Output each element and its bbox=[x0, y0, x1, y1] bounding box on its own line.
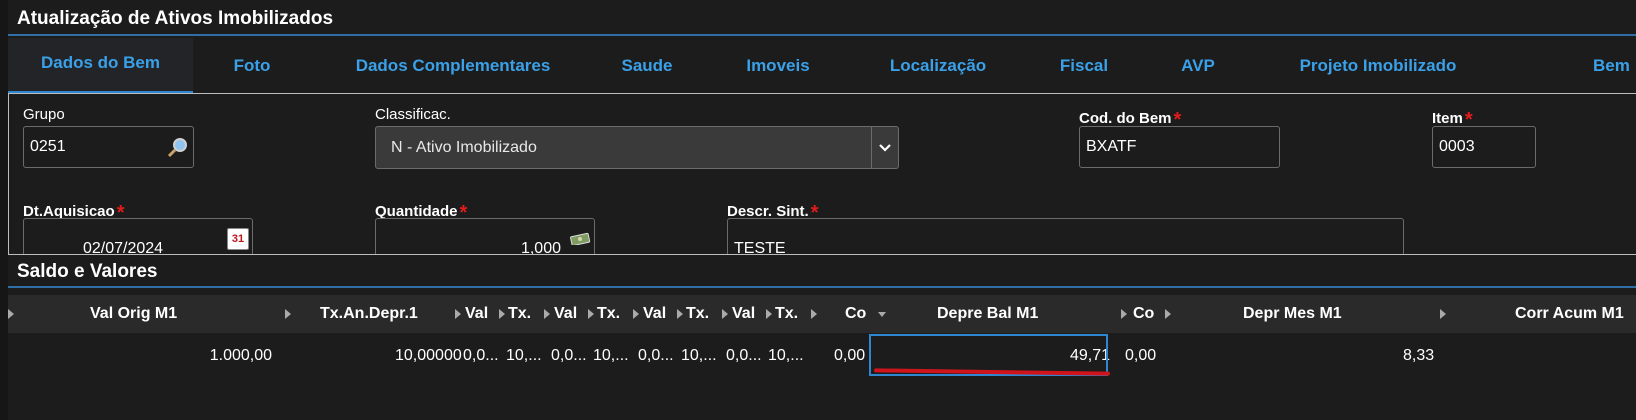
sort-down-icon[interactable] bbox=[878, 312, 886, 317]
sort-arrow-icon[interactable] bbox=[499, 309, 505, 319]
classificac-select[interactable]: N - Ativo Imobilizado bbox=[375, 126, 899, 169]
quantidade-value: 1,000 bbox=[520, 240, 561, 255]
item-value: 0003 bbox=[1439, 138, 1475, 155]
cell-co[interactable]: 0,00 bbox=[1125, 333, 1156, 379]
cell-tx[interactable]: 10,... bbox=[506, 333, 542, 379]
dt-aquisicao-field[interactable]: 02/07/2024 bbox=[23, 218, 253, 255]
tab-foto[interactable]: Foto bbox=[206, 38, 298, 93]
tab-fiscal[interactable]: Fiscal bbox=[1048, 38, 1120, 93]
sort-arrow-icon[interactable] bbox=[633, 309, 639, 319]
calendar-icon[interactable]: 31 bbox=[227, 228, 249, 250]
col-val[interactable]: Val bbox=[554, 295, 577, 333]
col-corr-acum-m1[interactable]: Corr Acum M1 bbox=[1515, 295, 1624, 333]
classificac-value: N - Ativo Imobilizado bbox=[391, 138, 537, 156]
col-tx[interactable]: Tx. bbox=[775, 295, 798, 333]
cell-tx[interactable]: 10,... bbox=[681, 333, 717, 379]
descr-sint-value: TESTE bbox=[734, 240, 786, 255]
sort-arrow-icon[interactable] bbox=[811, 309, 817, 319]
sort-arrow-icon[interactable] bbox=[285, 309, 291, 319]
dt-aquisicao-value: 02/07/2024 bbox=[82, 240, 164, 255]
sort-arrow-icon[interactable] bbox=[588, 309, 594, 319]
col-val[interactable]: Val bbox=[643, 295, 666, 333]
cell-val-orig-m1[interactable]: 1.000,00 bbox=[210, 333, 272, 379]
money-icon[interactable] bbox=[570, 230, 592, 246]
cell-val[interactable]: 0,0... bbox=[638, 333, 674, 379]
balances-divider bbox=[8, 286, 1636, 288]
col-tx[interactable]: Tx. bbox=[508, 295, 531, 333]
grid-header: Val Orig M1 Tx.An.Depr.1 Val Tx. Val Tx.… bbox=[8, 295, 1636, 333]
cell-val[interactable]: 0,0... bbox=[726, 333, 762, 379]
balances-title: Saldo e Valores bbox=[17, 261, 158, 282]
tab-bar: Dados do Bem Foto Dados Complementares S… bbox=[8, 38, 1636, 93]
tab-dados-complementares[interactable]: Dados Complementares bbox=[333, 38, 573, 93]
asset-form: Grupo 0251 Classificac. N - Ativo Imobil… bbox=[8, 93, 1636, 255]
title-divider bbox=[8, 34, 1636, 36]
classificac-label: Classificac. bbox=[375, 106, 451, 123]
col-val-orig-m1[interactable]: Val Orig M1 bbox=[90, 295, 177, 333]
col-depr-mes-m1[interactable]: Depr Mes M1 bbox=[1243, 295, 1342, 333]
sort-arrow-icon[interactable] bbox=[1121, 309, 1127, 319]
col-tx[interactable]: Tx. bbox=[597, 295, 620, 333]
tab-dados-do-bem[interactable]: Dados do Bem bbox=[8, 38, 193, 93]
col-tx[interactable]: Tx. bbox=[686, 295, 709, 333]
chevron-down-icon[interactable] bbox=[871, 127, 898, 168]
cod-bem-value: BXATF bbox=[1086, 138, 1137, 155]
sort-arrow-icon[interactable] bbox=[722, 309, 728, 319]
cell-tx[interactable]: 10,... bbox=[768, 333, 804, 379]
col-co[interactable]: Co bbox=[845, 295, 866, 333]
window-left-edge bbox=[0, 0, 8, 420]
tab-bem[interactable]: Bem bbox=[1593, 38, 1636, 93]
sort-arrow-icon[interactable] bbox=[8, 309, 14, 319]
col-co[interactable]: Co bbox=[1133, 295, 1154, 333]
col-depre-bal-m1[interactable]: Depre Bal M1 bbox=[937, 295, 1038, 333]
cell-co[interactable]: 0,00 bbox=[834, 333, 865, 379]
tab-avp[interactable]: AVP bbox=[1168, 38, 1228, 93]
tab-saude[interactable]: Saude bbox=[608, 38, 686, 93]
cell-val[interactable]: 0,0... bbox=[551, 333, 587, 379]
col-val[interactable]: Val bbox=[465, 295, 488, 333]
search-icon[interactable] bbox=[166, 135, 190, 159]
sort-arrow-icon[interactable] bbox=[1440, 309, 1446, 319]
sort-arrow-icon[interactable] bbox=[677, 309, 683, 319]
cell-tx[interactable]: 10,... bbox=[593, 333, 629, 379]
table-row[interactable]: 1.000,00 10,00000 0,0... 10,... 0,0... 1… bbox=[8, 333, 1636, 379]
sort-arrow-icon[interactable] bbox=[1165, 309, 1171, 319]
cod-bem-field[interactable]: BXATF bbox=[1079, 126, 1280, 168]
col-tx-an-depr-1[interactable]: Tx.An.Depr.1 bbox=[320, 295, 418, 333]
sort-arrow-icon[interactable] bbox=[544, 309, 550, 319]
cell-tx-an-depr-1[interactable]: 10,00000 bbox=[395, 333, 462, 379]
grupo-label: Grupo bbox=[23, 106, 65, 123]
descr-sint-field[interactable]: TESTE bbox=[727, 218, 1404, 255]
sort-arrow-icon[interactable] bbox=[455, 309, 461, 319]
col-val[interactable]: Val bbox=[732, 295, 755, 333]
sort-arrow-icon[interactable] bbox=[766, 309, 772, 319]
item-field[interactable]: 0003 bbox=[1432, 126, 1536, 168]
page-title: Atualização de Ativos Imobilizados bbox=[17, 8, 334, 29]
cell-depr-mes-m1[interactable]: 8,33 bbox=[1403, 333, 1434, 379]
tab-projeto-imobilizado[interactable]: Projeto Imobilizado bbox=[1268, 38, 1488, 93]
tab-localizacao[interactable]: Localização bbox=[873, 38, 1003, 93]
quantidade-field[interactable]: 1,000 bbox=[375, 218, 595, 255]
grupo-value: 0251 bbox=[30, 138, 66, 155]
tab-imoveis[interactable]: Imoveis bbox=[733, 38, 823, 93]
cell-val[interactable]: 0,0... bbox=[463, 333, 499, 379]
